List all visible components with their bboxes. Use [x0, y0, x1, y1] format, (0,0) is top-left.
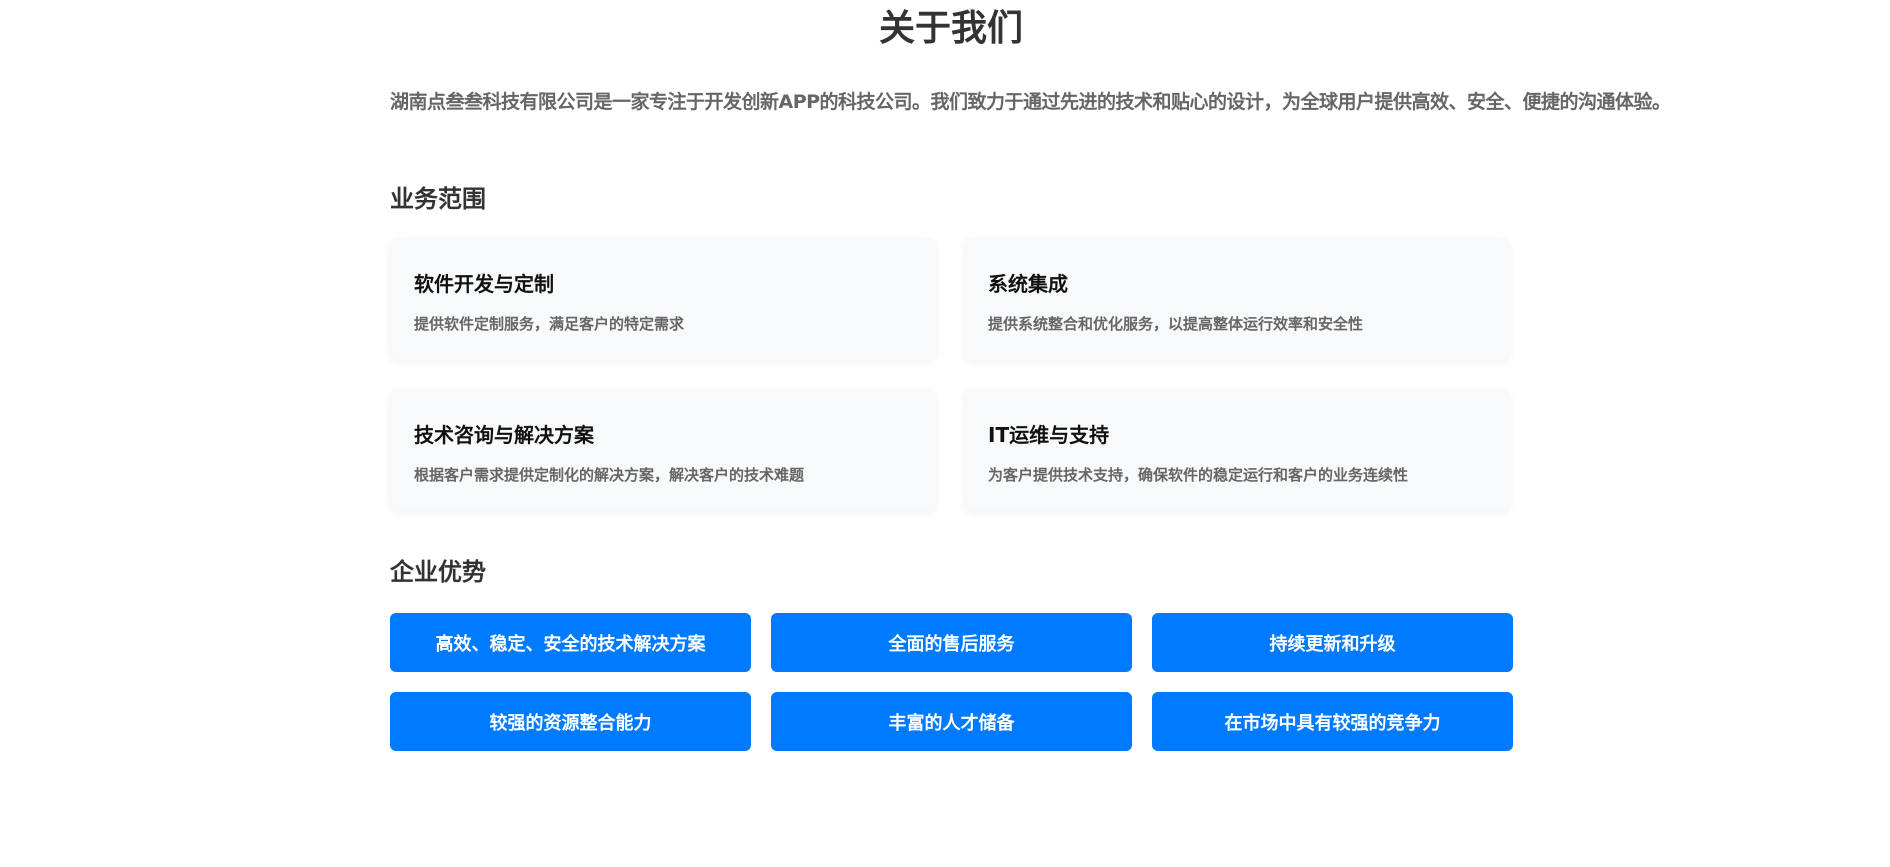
business-card-desc: 提供软件定制服务，满足客户的特定需求: [414, 315, 685, 333]
advantage-tile-updates: 持续更新和升级: [1152, 613, 1513, 672]
advantage-tile-tech-solutions: 高效、稳定、安全的技术解决方案: [390, 613, 751, 672]
about-page: 关于我们 湖南点叁叁科技有限公司是一家专注于开发创新APP的科技公司。我们致力于…: [0, 0, 1890, 867]
business-card-it-ops: IT运维与支持 为客户提供技术支持，确保软件的稳定运行和客户的业务连续性: [964, 389, 1510, 511]
business-card-title: IT运维与支持: [988, 423, 1110, 447]
advantage-tile-talent-reserve: 丰富的人才储备: [771, 692, 1132, 751]
business-card-desc: 为客户提供技术支持，确保软件的稳定运行和客户的业务连续性: [988, 466, 1409, 484]
business-card-title: 系统集成: [988, 272, 1068, 296]
advantage-tile-after-sales: 全面的售后服务: [771, 613, 1132, 672]
business-card-desc: 提供系统整合和优化服务，以提高整体运行效率和安全性: [988, 315, 1364, 333]
page-title: 关于我们: [878, 8, 1023, 49]
business-card-title: 技术咨询与解决方案: [414, 423, 594, 447]
business-card-tech-consulting: 技术咨询与解决方案 根据客户需求提供定制化的解决方案，解决客户的技术难题: [390, 389, 936, 511]
business-card-software-dev: 软件开发与定制 提供软件定制服务，满足客户的特定需求: [390, 238, 936, 360]
business-card-title: 软件开发与定制: [414, 272, 554, 296]
company-intro: 湖南点叁叁科技有限公司是一家专注于开发创新APP的科技公司。我们致力于通过先进的…: [390, 91, 1671, 113]
business-card-system-integration: 系统集成 提供系统整合和优化服务，以提高整体运行效率和安全性: [964, 238, 1510, 360]
advantage-tile-competitiveness: 在市场中具有较强的竞争力: [1152, 692, 1513, 751]
business-card-desc: 根据客户需求提供定制化的解决方案，解决客户的技术难题: [414, 466, 805, 484]
business-scope-heading: 业务范围: [390, 185, 486, 213]
advantage-tile-resource-integration: 较强的资源整合能力: [390, 692, 751, 751]
advantages-heading: 企业优势: [390, 558, 486, 586]
